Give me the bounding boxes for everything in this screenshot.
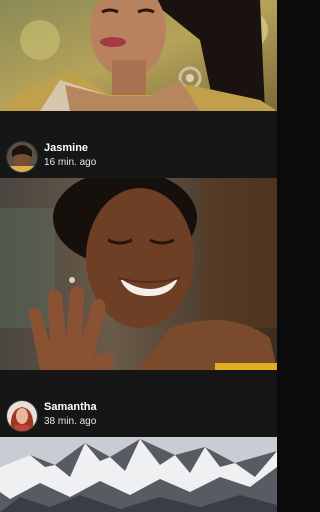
post-timestamp: 16 min. ago xyxy=(44,157,97,168)
post-header-jasmine[interactable]: Jasmine 16 min. ago xyxy=(0,133,277,177)
post-divider xyxy=(0,111,277,132)
scrollbar-track[interactable] xyxy=(277,0,281,512)
post-author-name[interactable]: Samantha xyxy=(44,401,97,413)
jasmine-avatar[interactable] xyxy=(6,141,38,173)
post-image-smiling-woman[interactable] xyxy=(0,178,277,370)
post-feed[interactable]: Jasmine 16 min. ago Samantha 38 min. ago xyxy=(0,0,277,512)
post-header-samantha[interactable]: Samantha 38 min. ago xyxy=(0,392,277,436)
post-image-woman-earring[interactable] xyxy=(0,0,277,111)
post-image-snowy-mountain[interactable] xyxy=(0,437,277,512)
samantha-avatar[interactable] xyxy=(6,400,38,432)
post-timestamp: 38 min. ago xyxy=(44,416,97,427)
post-divider xyxy=(0,370,277,391)
post-author-name[interactable]: Jasmine xyxy=(44,142,88,154)
